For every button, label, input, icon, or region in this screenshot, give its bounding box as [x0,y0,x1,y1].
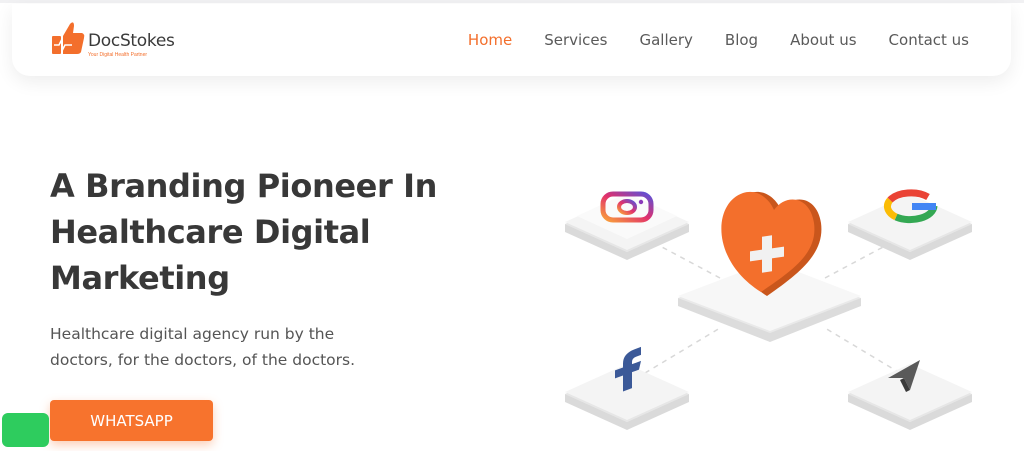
brand-name: DocStokes [88,31,175,51]
nav-contact-us[interactable]: Contact us [889,31,969,49]
hero-subtitle-line: Healthcare digital agency run by the [50,325,335,343]
google-tile [848,189,972,260]
navigation-tile [848,360,972,430]
nav-home[interactable]: Home [468,31,512,49]
thumbs-up-logo-icon [52,22,85,54]
hero-title-line: A Branding Pioneer In [50,167,437,205]
hero-subtitle-line: doctors, for the doctors, of the doctors… [50,351,356,369]
facebook-tile [565,346,689,430]
main-nav: Home Services Gallery Blog About us Cont… [436,31,969,49]
navbar: DocStokes Your Digital Health Partner Ho… [12,4,1011,76]
hero-illustration [565,189,972,430]
nav-services[interactable]: Services [544,31,607,49]
floating-chat-button[interactable] [2,413,49,447]
hero-title-line: Marketing [50,259,230,297]
hero-title: A Branding Pioneer In Healthcare Digital… [50,163,470,301]
nav-about-us[interactable]: About us [790,31,856,49]
hero-subtitle: Healthcare digital agency run by the doc… [50,321,370,373]
whatsapp-button[interactable]: WHATSAPP [50,400,213,441]
brand-logo[interactable]: DocStokes Your Digital Health Partner [50,18,190,60]
hero-title-line: Healthcare Digital [50,213,371,251]
top-border [0,0,1024,3]
instagram-tile [565,191,689,260]
brand-tagline: Your Digital Health Partner [88,52,148,58]
nav-gallery[interactable]: Gallery [639,31,692,49]
nav-blog[interactable]: Blog [725,31,758,49]
